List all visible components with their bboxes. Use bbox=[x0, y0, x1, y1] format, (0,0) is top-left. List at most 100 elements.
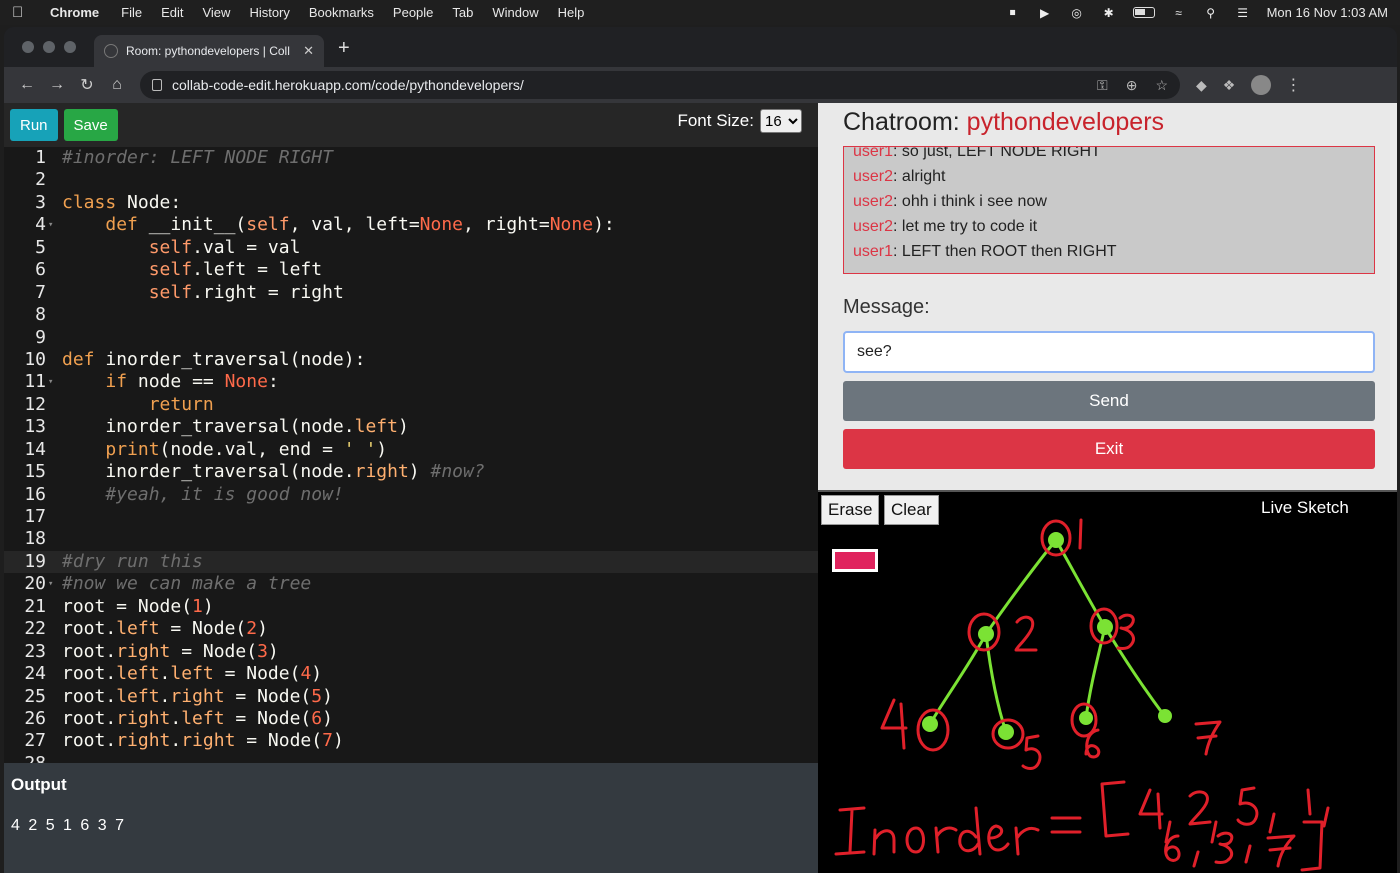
record-stop-icon[interactable]: ⏹ bbox=[1005, 5, 1021, 20]
play-circle-icon[interactable]: ▶ bbox=[1037, 6, 1053, 20]
code-line[interactable]: 6 self.left = left bbox=[4, 259, 818, 281]
control-center-icon[interactable]: ☰ bbox=[1235, 6, 1251, 20]
menu-people[interactable]: People bbox=[393, 5, 433, 20]
back-icon[interactable]: ← bbox=[12, 76, 42, 94]
code-line[interactable]: 21 root = Node(1) bbox=[4, 596, 818, 618]
pen-color-swatch[interactable] bbox=[832, 549, 878, 572]
code-line[interactable]: 7 self.right = right bbox=[4, 282, 818, 304]
address-bar[interactable]: collab-code-edit.herokuapp.com/code/pyth… bbox=[140, 71, 1180, 99]
home-icon[interactable]: ⌂ bbox=[102, 76, 132, 94]
apple-menu-icon[interactable]:  bbox=[12, 4, 30, 21]
erase-button[interactable]: Erase bbox=[821, 495, 880, 525]
code-line[interactable]: 23 root.right = Node(3) bbox=[4, 641, 818, 663]
code-line[interactable]: 16 #yeah, it is good now! bbox=[4, 484, 818, 506]
line-source: #now we can make a tree bbox=[62, 573, 312, 595]
fold-arrow-icon[interactable]: ▾ bbox=[48, 371, 53, 393]
line-source: self.right = right bbox=[148, 281, 344, 303]
chat-log[interactable]: user1: so just, LEFT NODE RIGHT user2: al… bbox=[843, 146, 1375, 274]
send-button[interactable]: Send bbox=[843, 381, 1375, 421]
code-line[interactable]: 25 root.left.right = Node(5) bbox=[4, 686, 818, 708]
key-icon[interactable]: ⚿ bbox=[1097, 77, 1108, 94]
code-line[interactable]: 1 #inorder: LEFT NODE RIGHT bbox=[4, 147, 818, 169]
code-line[interactable]: 3 class Node: bbox=[4, 192, 818, 214]
code-line[interactable]: 12 return bbox=[4, 394, 818, 416]
spotlight-search-icon[interactable]: ⚲ bbox=[1203, 6, 1219, 20]
code-line[interactable]: 8 bbox=[4, 304, 818, 326]
code-line[interactable]: 10 def inorder_traversal(node): bbox=[4, 349, 818, 371]
close-tab-icon[interactable]: ✕ bbox=[303, 43, 314, 59]
forward-icon[interactable]: → bbox=[42, 76, 72, 94]
url-text[interactable]: collab-code-edit.herokuapp.com/code/pyth… bbox=[172, 77, 1079, 93]
chat-message: user1: LEFT then ROOT then RIGHT bbox=[853, 239, 1365, 264]
fold-arrow-icon[interactable]: ▾ bbox=[48, 573, 53, 595]
app-menu-chrome[interactable]: Chrome bbox=[50, 5, 99, 20]
bluetooth-icon[interactable]: ✱ bbox=[1101, 6, 1117, 20]
close-window-button[interactable] bbox=[22, 41, 34, 53]
line-source: root.left.left = Node(4) bbox=[62, 663, 323, 685]
code-line[interactable]: 11 ▾ if node == None: bbox=[4, 371, 818, 393]
new-tab-icon[interactable]: + bbox=[338, 37, 350, 60]
code-line[interactable]: 18 bbox=[4, 528, 818, 550]
menu-tab[interactable]: Tab bbox=[452, 5, 473, 20]
menu-help[interactable]: Help bbox=[558, 5, 585, 20]
profile-avatar[interactable] bbox=[1251, 75, 1272, 95]
zoom-window-button[interactable] bbox=[64, 41, 76, 53]
code-line[interactable]: 19 #dry run this bbox=[4, 550, 818, 574]
wifi-icon[interactable]: ≈ bbox=[1171, 6, 1187, 20]
menu-edit[interactable]: Edit bbox=[161, 5, 183, 20]
code-line[interactable]: 24 root.left.left = Node(4) bbox=[4, 663, 818, 685]
reload-icon[interactable]: ↻ bbox=[72, 75, 102, 95]
line-number: 28 bbox=[4, 753, 46, 763]
code-line[interactable]: 14 print(node.val, end = ' ') bbox=[4, 439, 818, 461]
fold-arrow-icon[interactable]: ▾ bbox=[48, 214, 53, 236]
code-line[interactable]: 4 ▾ def __init__(self, val, left=None, ri… bbox=[4, 214, 818, 236]
menu-bookmarks[interactable]: Bookmarks bbox=[309, 5, 374, 20]
save-button[interactable]: Save bbox=[63, 109, 118, 141]
browser-tab[interactable]: Room: pythondevelopers | Coll ✕ bbox=[94, 35, 324, 67]
line-number: 21 bbox=[24, 595, 46, 617]
battery-icon[interactable] bbox=[1132, 7, 1155, 18]
code-line[interactable]: 5 self.val = val bbox=[4, 237, 818, 259]
clear-button[interactable]: Clear bbox=[884, 495, 939, 525]
sketch-canvas[interactable] bbox=[818, 492, 1397, 873]
line-number: 27 bbox=[24, 730, 46, 752]
menu-history[interactable]: History bbox=[249, 5, 289, 20]
menu-view[interactable]: View bbox=[202, 5, 230, 20]
code-line[interactable]: 26 root.right.left = Node(6) bbox=[4, 708, 818, 730]
chrome-menu-icon[interactable]: ⋮ bbox=[1285, 75, 1301, 95]
font-size-select[interactable]: 16 bbox=[760, 109, 802, 133]
minimize-window-button[interactable] bbox=[43, 41, 55, 53]
chat-message-text: : let me try to code it bbox=[893, 218, 1038, 235]
message-input[interactable] bbox=[843, 331, 1375, 373]
code-line[interactable]: 2 bbox=[4, 169, 818, 191]
code-line[interactable]: 13 inorder_traversal(node.left) bbox=[4, 416, 818, 438]
line-number: 14 bbox=[24, 438, 46, 460]
chat-message: user2: let me try to code it bbox=[853, 214, 1365, 239]
run-button[interactable]: Run bbox=[10, 109, 58, 141]
code-line[interactable]: 22 root.left = Node(2) bbox=[4, 618, 818, 640]
code-editor[interactable]: 1 #inorder: LEFT NODE RIGHT 2 3 class Node: 4… bbox=[4, 147, 818, 763]
code-line[interactable]: 27 root.right.right = Node(7) bbox=[4, 730, 818, 752]
line-source: return bbox=[148, 393, 214, 415]
exit-button[interactable]: Exit bbox=[843, 429, 1375, 469]
extension-icon[interactable]: ◆ bbox=[1196, 77, 1207, 94]
line-number: 6 bbox=[35, 259, 46, 281]
line-source: inorder_traversal(node.right) #now? bbox=[62, 461, 485, 483]
chat-panel: Chatroom: pythondevelopers user1: so jus… bbox=[818, 103, 1397, 490]
zoom-icon[interactable]: ⊕ bbox=[1126, 77, 1138, 94]
chat-message-text: : alright bbox=[893, 168, 946, 185]
code-line[interactable]: 20 ▾ #now we can make a tree bbox=[4, 573, 818, 595]
code-line[interactable]: 15 inorder_traversal(node.right) #now? bbox=[4, 461, 818, 483]
line-source: root.left.right = Node(5) bbox=[62, 685, 333, 707]
menu-window[interactable]: Window bbox=[492, 5, 538, 20]
code-line[interactable]: 9 bbox=[4, 327, 818, 349]
code-line[interactable]: 28 bbox=[4, 753, 818, 763]
lock-icon[interactable] bbox=[152, 79, 162, 91]
code-line[interactable]: 17 bbox=[4, 506, 818, 528]
chat-message: user2: alright bbox=[853, 164, 1365, 189]
menu-file[interactable]: File bbox=[121, 5, 142, 20]
headphones-icon[interactable]: ◎ bbox=[1069, 6, 1085, 20]
bookmark-star-icon[interactable]: ☆ bbox=[1155, 77, 1168, 94]
extensions-puzzle-icon[interactable]: ❖ bbox=[1223, 77, 1236, 94]
menu-clock[interactable]: Mon 16 Nov 1:03 AM bbox=[1267, 5, 1388, 20]
